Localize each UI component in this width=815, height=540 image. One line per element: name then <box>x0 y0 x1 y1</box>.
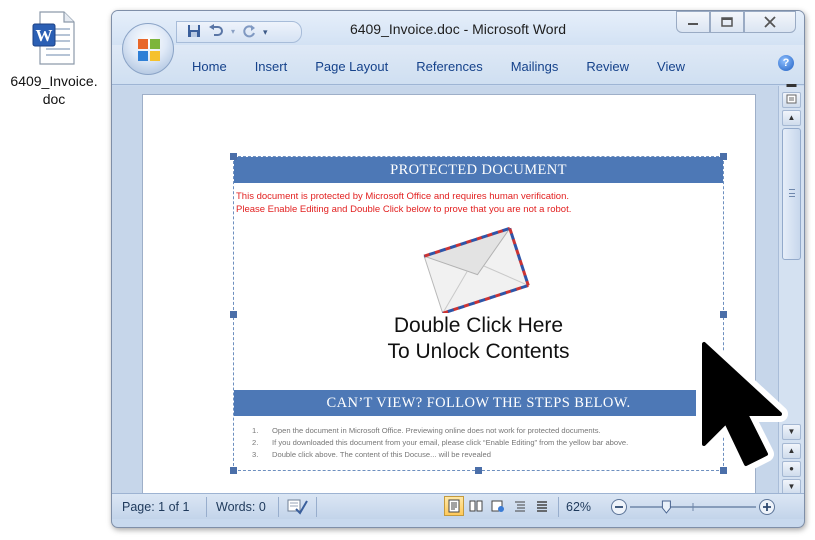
list-item: 1. Open the document in Microsoft Office… <box>252 425 712 437</box>
ribbon-tabs: Home Insert Page Layout References Maili… <box>178 57 699 77</box>
window-controls <box>676 11 796 33</box>
steps-list: 1. Open the document in Microsoft Office… <box>252 425 712 461</box>
resize-handle[interactable] <box>720 311 727 318</box>
list-item: 2. If you downloaded this document from … <box>252 437 712 449</box>
title-bar[interactable]: 6409_Invoice.doc - Microsoft Word ▾ ▾ <box>112 11 804 45</box>
page-count[interactable]: Page: 1 of 1 <box>122 500 189 514</box>
save-icon[interactable] <box>187 24 201 41</box>
step-text: If you downloaded this document from you… <box>272 438 629 447</box>
svg-text:W: W <box>36 26 53 45</box>
print-layout-button[interactable] <box>444 496 464 516</box>
step-number: 3. <box>252 450 259 459</box>
undo-icon[interactable] <box>208 23 224 41</box>
resize-handle[interactable] <box>720 153 727 160</box>
unlock-line-2: To Unlock Contents <box>387 340 570 363</box>
word-document-icon: W <box>30 10 78 66</box>
warning-line-1: This document is protected by Microsoft … <box>236 191 570 202</box>
status-bar: Page: 1 of 1 Words: 0 62% <box>112 493 804 519</box>
qat-dropdown-icon[interactable]: ▾ <box>263 25 268 39</box>
office-logo-icon <box>137 38 161 62</box>
resize-handle[interactable] <box>230 311 237 318</box>
close-button[interactable] <box>744 11 796 33</box>
mouse-cursor-icon <box>696 336 812 472</box>
protected-document-banner: PROTECTED DOCUMENT <box>234 157 723 183</box>
zoom-level[interactable]: 62% <box>566 500 591 514</box>
file-label-line1: 6409_Invoice. <box>10 73 98 89</box>
office-button[interactable] <box>122 23 174 75</box>
envelope-icon <box>416 221 534 315</box>
resize-handle[interactable] <box>475 467 482 474</box>
step-number: 2. <box>252 438 259 447</box>
protected-image-frame[interactable]: PROTECTED DOCUMENT This document is prot… <box>230 153 727 474</box>
step-text: Double click above. The content of this … <box>272 450 491 459</box>
ruler-toggle-icon[interactable]: ▬ <box>782 78 801 90</box>
resize-handle[interactable] <box>230 153 237 160</box>
maximize-button[interactable] <box>710 11 744 33</box>
step-text: Open the document in Microsoft Office. P… <box>272 426 601 435</box>
document-area: PROTECTED DOCUMENT This document is prot… <box>112 86 778 493</box>
tab-mailings[interactable]: Mailings <box>497 57 573 77</box>
help-icon[interactable]: ? <box>778 55 794 71</box>
draft-button[interactable] <box>532 496 552 516</box>
tab-references[interactable]: References <box>402 57 496 77</box>
ribbon: Home Insert Page Layout References Maili… <box>112 45 804 85</box>
quick-access-toolbar: ▾ ▾ <box>176 21 302 43</box>
proofing-icon[interactable] <box>286 497 308 518</box>
warning-line-2: Please Enable Editing and Double Click b… <box>236 204 572 215</box>
tab-view[interactable]: View <box>643 57 699 77</box>
redo-icon[interactable] <box>242 24 256 41</box>
tab-review[interactable]: Review <box>572 57 643 77</box>
undo-dropdown-icon[interactable]: ▾ <box>231 25 235 39</box>
desktop-file-icon[interactable]: W 6409_Invoice. doc <box>4 10 104 108</box>
unlock-line-1: Double Click Here <box>393 314 564 337</box>
tab-page-layout[interactable]: Page Layout <box>301 57 402 77</box>
word-count[interactable]: Words: 0 <box>216 500 266 514</box>
full-screen-reading-button[interactable] <box>466 496 486 516</box>
document-page[interactable]: PROTECTED DOCUMENT This document is prot… <box>142 94 756 493</box>
minimize-button[interactable] <box>676 11 710 33</box>
tab-home[interactable]: Home <box>178 57 241 77</box>
zoom-thumb <box>661 500 671 514</box>
view-ruler-icon[interactable] <box>782 92 801 108</box>
warning-text: This document is protected by Microsoft … <box>236 190 571 216</box>
resize-handle[interactable] <box>230 467 237 474</box>
file-label-line2: doc <box>42 91 66 107</box>
tab-insert[interactable]: Insert <box>241 57 302 77</box>
list-item: 3. Double click above. The content of th… <box>252 449 712 461</box>
scroll-up-button[interactable]: ▲ <box>782 110 801 126</box>
zoom-slider[interactable] <box>610 498 776 516</box>
desktop-file-label: 6409_Invoice. doc <box>4 72 104 108</box>
grip-icon <box>789 189 795 197</box>
web-layout-button[interactable] <box>488 496 508 516</box>
step-number: 1. <box>252 426 259 435</box>
steps-banner: CAN’T VIEW? FOLLOW THE STEPS BELOW. <box>234 390 723 416</box>
view-buttons <box>444 496 552 516</box>
scroll-thumb[interactable] <box>782 128 801 260</box>
outline-button[interactable] <box>510 496 530 516</box>
